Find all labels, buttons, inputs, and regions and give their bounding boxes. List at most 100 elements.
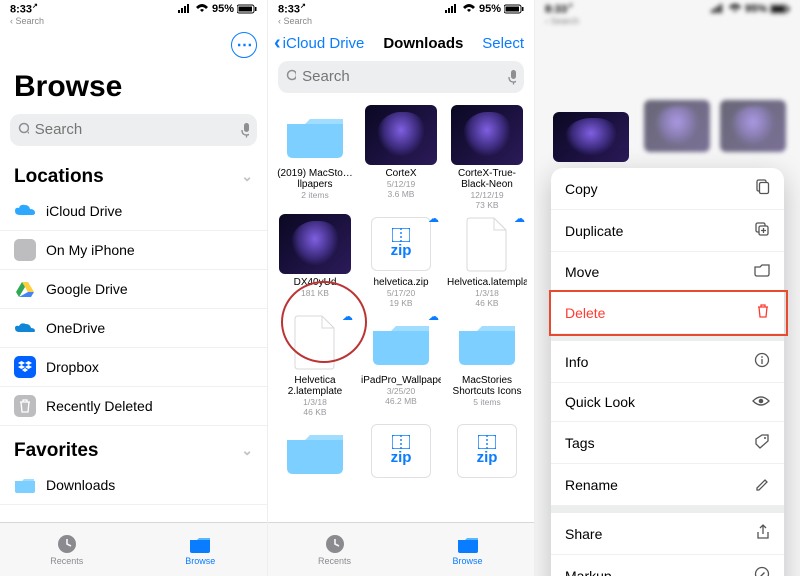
menu-item-copy[interactable]: Copy bbox=[551, 168, 784, 210]
grid-item[interactable]: ☁︎Helvetica.latemplate1/3/1846 KB bbox=[446, 214, 528, 308]
sidebar-item-oniphone[interactable]: On My iPhone bbox=[0, 231, 267, 270]
select-button[interactable]: Select bbox=[482, 35, 524, 52]
file-meta: 5 items bbox=[473, 397, 500, 407]
grid-item[interactable]: zip bbox=[360, 421, 442, 484]
file-meta: 73 KB bbox=[475, 200, 498, 210]
cloud-download-icon: ☁︎ bbox=[428, 212, 439, 225]
folder-icon bbox=[188, 533, 212, 555]
sidebar-item-gdrive[interactable]: Google Drive bbox=[0, 270, 267, 309]
menu-item-delete[interactable]: Delete bbox=[551, 292, 784, 334]
file-name: CorteX bbox=[385, 168, 416, 179]
nav-bar: ‹iCloud Drive Downloads Select bbox=[268, 28, 534, 59]
sidebar-item-onedrive[interactable]: OneDrive bbox=[0, 309, 267, 348]
icloud-icon bbox=[14, 200, 36, 222]
battery-pct: 95% bbox=[212, 3, 234, 15]
menu-item-label: Duplicate bbox=[565, 223, 623, 239]
grid-item[interactable]: CorteX5/12/193.6 MB bbox=[360, 105, 442, 210]
grid-item[interactable] bbox=[274, 421, 356, 484]
cellular-icon bbox=[178, 4, 192, 14]
status-bar: 8:33↗ 95% bbox=[0, 0, 267, 16]
file-meta: 3/25/20 bbox=[387, 386, 415, 396]
menu-item-quick-look[interactable]: Quick Look bbox=[551, 383, 784, 422]
menu-item-label: Share bbox=[565, 526, 602, 542]
battery-icon bbox=[504, 4, 524, 14]
tab-recents[interactable]: Recents bbox=[0, 523, 134, 576]
file-meta: 46.2 MB bbox=[385, 396, 417, 406]
selected-item-thumbnail bbox=[553, 112, 629, 162]
status-time: 8:33↗ bbox=[278, 2, 306, 16]
file-grid: (2019) MacSto…llpapers2 itemsCorteX5/12/… bbox=[268, 99, 534, 544]
file-name: CorteX-True-Black-Neon bbox=[447, 168, 527, 190]
favorite-downloads[interactable]: Downloads bbox=[0, 466, 267, 505]
search-input[interactable] bbox=[302, 68, 501, 85]
menu-item-share[interactable]: Share bbox=[551, 506, 784, 555]
chevron-down-icon: ⌄ bbox=[241, 168, 253, 185]
tag-icon bbox=[754, 433, 770, 452]
grid-item[interactable]: (2019) MacSto…llpapers2 items bbox=[274, 105, 356, 210]
battery-icon bbox=[237, 4, 257, 14]
menu-item-tags[interactable]: Tags bbox=[551, 422, 784, 464]
grid-item[interactable]: ☁︎Helvetica 2.latemplate1/3/1846 KB bbox=[274, 312, 356, 417]
googledrive-icon bbox=[14, 278, 36, 300]
file-meta: 181 KB bbox=[301, 288, 329, 298]
tab-browse[interactable]: Browse bbox=[134, 523, 268, 576]
sidebar-item-icloud[interactable]: iCloud Drive bbox=[0, 192, 267, 231]
breadcrumb[interactable]: Search bbox=[268, 16, 534, 28]
menu-item-label: Tags bbox=[565, 435, 595, 451]
grid-item[interactable]: CorteX-True-Black-Neon12/12/1973 KB bbox=[446, 105, 528, 210]
menu-item-info[interactable]: Info bbox=[551, 334, 784, 383]
menu-item-label: Info bbox=[565, 354, 588, 370]
menu-item-rename[interactable]: Rename bbox=[551, 464, 784, 506]
grid-item[interactable]: zip☁︎helvetica.zip5/17/2019 KB bbox=[360, 214, 442, 308]
file-name: iPadPro_Wallpaper bbox=[361, 375, 441, 386]
context-menu: Copy Duplicate Move Delete Info Quick Look Tag… bbox=[551, 168, 784, 576]
tab-recents[interactable]: Recents bbox=[268, 523, 401, 576]
tab-bar: Recents Browse bbox=[268, 522, 534, 576]
back-button[interactable]: ‹iCloud Drive bbox=[274, 32, 364, 55]
breadcrumb[interactable]: Search bbox=[0, 16, 267, 28]
search-bar[interactable] bbox=[278, 61, 524, 93]
menu-item-move[interactable]: Move bbox=[551, 252, 784, 292]
cloud-download-icon: ☁︎ bbox=[428, 310, 439, 323]
phone-storage-icon bbox=[14, 239, 36, 261]
search-bar[interactable] bbox=[10, 114, 257, 146]
wifi-icon bbox=[462, 4, 476, 14]
trash-icon bbox=[756, 303, 770, 322]
clock-icon bbox=[55, 533, 79, 555]
cloud-download-icon: ☁︎ bbox=[342, 310, 353, 323]
status-time: 8:33↗ bbox=[10, 2, 38, 16]
grid-item[interactable]: DX40yUd181 KB bbox=[274, 214, 356, 308]
more-button[interactable]: ⋯ bbox=[231, 32, 257, 58]
info-icon bbox=[754, 352, 770, 371]
sidebar-item-recently-deleted[interactable]: Recently Deleted bbox=[0, 387, 267, 426]
mic-icon bbox=[507, 69, 516, 85]
file-name: Helvetica.latemplate bbox=[447, 277, 527, 288]
menu-item-markup[interactable]: Markup bbox=[551, 555, 784, 576]
file-name: DX40yUd bbox=[294, 277, 337, 288]
menu-item-label: Markup bbox=[565, 568, 612, 576]
pencil-icon bbox=[754, 475, 770, 494]
sidebar-item-dropbox[interactable]: Dropbox bbox=[0, 348, 267, 387]
grid-item[interactable]: MacStories Shortcuts Icons5 items bbox=[446, 312, 528, 417]
menu-item-label: Move bbox=[565, 264, 599, 280]
battery-pct: 95% bbox=[479, 3, 501, 15]
favorites-header-row[interactable]: Favorites ⌄ bbox=[0, 426, 267, 466]
folder-icon bbox=[456, 533, 480, 555]
file-meta: 46 KB bbox=[475, 298, 498, 308]
menu-item-duplicate[interactable]: Duplicate bbox=[551, 210, 784, 252]
cloud-download-icon: ☁︎ bbox=[514, 212, 525, 225]
trash-icon bbox=[14, 395, 36, 417]
search-input[interactable] bbox=[35, 121, 234, 138]
menu-item-label: Delete bbox=[565, 305, 605, 321]
grid-item[interactable]: zip bbox=[446, 421, 528, 484]
folder-icon bbox=[754, 263, 770, 280]
file-name: MacStories Shortcuts Icons bbox=[447, 375, 527, 397]
status-bar: 8:33↗ 95% bbox=[535, 0, 800, 16]
tab-browse[interactable]: Browse bbox=[401, 523, 534, 576]
folder-icon bbox=[14, 474, 36, 496]
grid-item[interactable]: ☁︎ iPadPro_Wallpaper3/25/2046.2 MB bbox=[360, 312, 442, 417]
page-title: Browse bbox=[0, 70, 267, 112]
locations-header-row[interactable]: Locations ⌄ bbox=[0, 152, 267, 192]
clock-icon bbox=[323, 533, 347, 555]
nav-title: Downloads bbox=[383, 35, 463, 52]
